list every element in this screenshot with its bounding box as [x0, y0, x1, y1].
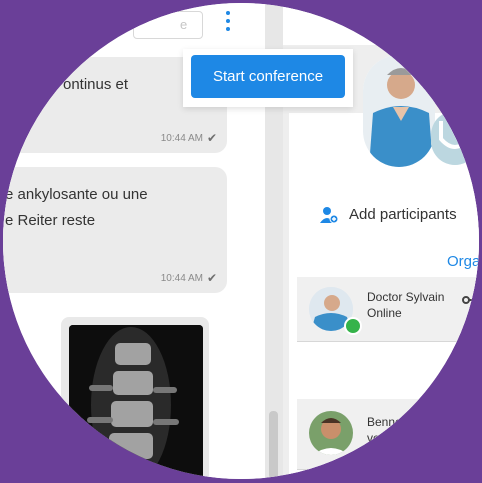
participant-status: Online: [367, 306, 402, 320]
avatar: [309, 411, 353, 455]
kebab-menu-icon[interactable]: [225, 11, 231, 37]
window-control[interactable]: [473, 27, 479, 73]
participant-name: Benner: [367, 415, 406, 429]
online-indicator: [344, 317, 362, 335]
message-time: 10:44 AM: [160, 273, 203, 284]
participant-row[interactable]: Doctor Sylvain Online: [297, 277, 479, 342]
xray-image[interactable]: [69, 325, 203, 479]
chat-scroll-thumb[interactable]: [269, 411, 278, 479]
search-input-text: e: [180, 17, 188, 32]
message-text: e Reiter reste: [5, 212, 96, 229]
key-icon: [462, 296, 479, 304]
message-time: 10:44 AM: [160, 133, 203, 144]
check-icon: ✔: [206, 271, 217, 285]
message-text: e ankylosante ou une: [5, 186, 148, 203]
sidebar-header: [283, 3, 479, 45]
start-conference-button[interactable]: Start conference: [191, 55, 345, 98]
start-conference-container: Start conference: [183, 49, 353, 107]
participant-name: Doctor Sylvain: [367, 290, 445, 304]
participant-row[interactable]: Benner vert: [297, 399, 479, 470]
message-bubble: e ankylosante ou une e Reiter reste ✔ 10…: [3, 167, 227, 293]
message-text: ontinus et: [63, 76, 129, 93]
participant-status: vert: [367, 431, 388, 445]
search-input[interactable]: e: [133, 11, 203, 39]
check-icon: ✔: [206, 131, 217, 145]
add-user-icon: [320, 207, 339, 224]
app-viewport: e ontinus et 10:44 AM ✔ e ankylosante ou…: [3, 3, 479, 479]
organizer-tab[interactable]: Orga: [447, 253, 479, 270]
stethoscope-avatar: [431, 111, 479, 165]
add-participants-label: Add participants: [349, 206, 457, 223]
doctor-avatar: [363, 55, 435, 167]
